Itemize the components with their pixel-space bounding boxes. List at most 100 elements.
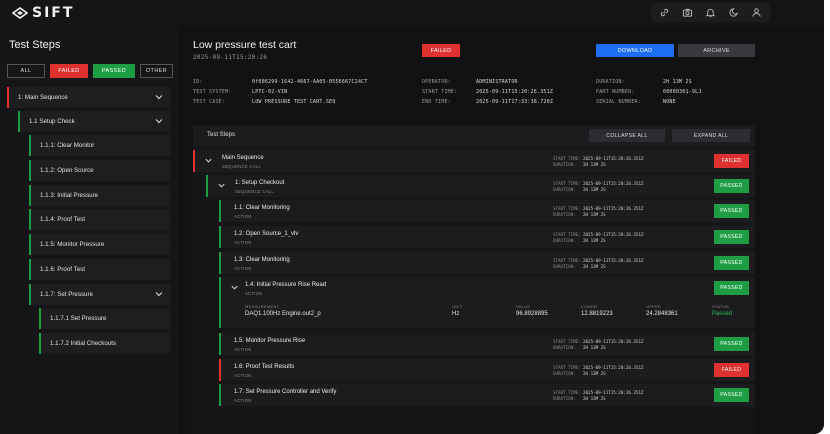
tree-item-proof-test[interactable]: 1.1.4: Proof Test xyxy=(29,209,170,230)
page-timestamp: 2025-09-11T15:20:26 xyxy=(193,54,268,61)
filter-other-button[interactable]: OTHER xyxy=(140,64,173,78)
step-row-clear-monitoring-2[interactable]: 1.3: Clear Monitoring ACTION START TIME:… xyxy=(219,252,755,274)
tree-item-initial-pressure[interactable]: 1.1.3: Initial Pressure xyxy=(29,185,170,206)
tree-item-proof-test-2[interactable]: 1.1.6: Proof Test xyxy=(29,259,170,280)
tree-item-set-pressure-sub[interactable]: 1.1.7.1 Set Pressure xyxy=(39,308,170,329)
tree-item-open-source[interactable]: 1.1.2: Open Source xyxy=(29,160,170,181)
measurement-header: MEASUREMENT xyxy=(245,304,280,309)
tree-item-main-sequence[interactable]: 1: Main Sequence xyxy=(7,87,170,108)
step-status-badge: PASSED xyxy=(714,256,749,270)
start-time-value: 2025-09-11T15:20:26.351Z xyxy=(583,206,644,211)
step-status-badge: FAILED xyxy=(714,154,749,168)
chevron-down-icon[interactable] xyxy=(217,181,226,190)
step-row-main-sequence[interactable]: Main Sequence SEQUENCE CALL START TIME: … xyxy=(193,150,755,172)
duration-label: DURATION: xyxy=(553,396,576,401)
start-time-label: START TIME: xyxy=(553,339,581,344)
step-name: Main Sequence xyxy=(222,155,264,161)
upper-header: UPPER xyxy=(646,304,662,309)
step-type: ACTION xyxy=(234,240,252,245)
step-type: ACTION xyxy=(234,214,252,219)
chevron-down-icon[interactable] xyxy=(230,283,239,292)
start-time-value: 2025-09-11T15:20:26.351Z xyxy=(583,339,644,344)
duration-label: DURATION: xyxy=(553,238,576,243)
meta-serial-label: SERIAL NUMBER: xyxy=(596,99,641,105)
filter-all-button[interactable]: ALL xyxy=(7,64,45,78)
duration-label: DURATION: xyxy=(553,162,576,167)
steps-title: Test Steps xyxy=(207,132,236,138)
start-time-label: START TIME: xyxy=(553,365,581,370)
moon-icon[interactable] xyxy=(723,3,744,22)
start-time-value: 2025-09-11T15:20:26.351Z xyxy=(583,181,644,186)
chevron-down-icon[interactable] xyxy=(154,92,164,102)
link-icon[interactable] xyxy=(654,3,675,22)
unit-header: UNIT xyxy=(452,304,463,309)
meta-duration-value: 2H 13M 2S xyxy=(663,79,692,85)
step-status-badge: PASSED xyxy=(714,388,749,402)
start-time-label: START TIME: xyxy=(553,390,581,395)
step-row-monitor-pressure-rise[interactable]: 1.5: Monitor Pressure Rise ACTION START … xyxy=(219,333,755,355)
tree-item-initial-checkouts[interactable]: 1.1.7.2 Initial Checkouts xyxy=(39,333,170,354)
meta-case-label: TEST CASE: xyxy=(193,99,226,105)
step-name: 1.6: Proof Test Results xyxy=(234,364,295,370)
duration-value: 2H 13M 2S xyxy=(583,238,606,243)
tree-item-label: 1.1.7.1 Set Pressure xyxy=(50,315,107,322)
archive-button[interactable]: ARCHIVE xyxy=(678,44,755,57)
download-button[interactable]: DOWNLOAD xyxy=(596,44,674,57)
sidebar: Test Steps ALL FAILED PASSED OTHER 1: Ma… xyxy=(0,26,178,434)
meta-system-value: LPTC-02-VIN xyxy=(252,89,288,95)
meta-system-label: TEST SYSTEM: xyxy=(193,89,232,95)
step-name: 1.4: Initial Pressure Rise Read xyxy=(245,282,327,288)
filter-failed-button[interactable]: FAILED xyxy=(50,64,88,78)
collapse-all-button[interactable]: COLLAPSE ALL xyxy=(589,129,665,142)
step-row-clear-monitoring[interactable]: 1.1: Clear Monitoring ACTION START TIME:… xyxy=(219,200,755,222)
filter-passed-button[interactable]: PASSED xyxy=(93,64,135,78)
camera-icon[interactable] xyxy=(677,3,698,22)
step-row-set-pressure-controller[interactable]: 1.7: Set Pressure Controller and Verify … xyxy=(219,384,755,406)
start-time-label: START TIME: xyxy=(553,156,581,161)
sidebar-title: Test Steps xyxy=(9,39,61,51)
sift-logo[interactable]: SIFT xyxy=(12,5,74,21)
measurement-unit: Hz xyxy=(452,311,460,317)
chevron-down-icon[interactable] xyxy=(154,289,164,299)
duration-value: 2H 13M 2S xyxy=(583,162,606,167)
duration-label: DURATION: xyxy=(553,187,576,192)
user-icon[interactable] xyxy=(746,3,767,22)
steps-panel: Test Steps COLLAPSE ALL EXPAND ALL Main … xyxy=(193,125,755,434)
measurement-value: 96.8928895 xyxy=(516,311,548,317)
expand-all-button[interactable]: EXPAND ALL xyxy=(672,129,750,142)
duration-value: 2H 13M 2S xyxy=(583,187,606,192)
meta-part-label: PART NUMBER: xyxy=(596,89,635,95)
step-row-proof-test-results[interactable]: 1.6: Proof Test Results ACTION START TIM… xyxy=(219,359,755,381)
logo-text: SIFT xyxy=(32,5,75,21)
tree-item-label: 1.1.2: Open Source xyxy=(40,167,94,174)
step-name: 1: Setup Checkout xyxy=(235,180,285,186)
step-type: ACTION xyxy=(234,266,252,271)
tree-item-clear-monitor[interactable]: 1.1.1: Clear Monitor xyxy=(29,135,170,156)
chevron-down-icon[interactable] xyxy=(154,116,164,126)
step-row-setup-checkout[interactable]: 1: Setup Checkout SEQUENCE CALL START TI… xyxy=(206,175,755,197)
step-row-initial-pressure-rise[interactable]: 1.4: Initial Pressure Rise Read ACTION P… xyxy=(219,277,755,328)
app-window: SIFT Test Steps ALL FAILED PASSED OTHER … xyxy=(0,0,824,434)
step-status-badge: PASSED xyxy=(714,281,749,295)
duration-value: 2H 13M 2S xyxy=(583,396,606,401)
chevron-down-icon[interactable] xyxy=(204,156,213,165)
measurement-lower: 12.8819223 xyxy=(581,311,613,317)
meta-start-label: START TIME: xyxy=(422,89,458,95)
tree-item-setup-check[interactable]: 1.1 Setup Check xyxy=(18,111,170,132)
duration-label: DURATION: xyxy=(553,371,576,376)
step-status-badge: FAILED xyxy=(714,363,749,377)
start-time-value: 2025-09-11T15:20:26.351Z xyxy=(583,258,644,263)
tree-item-label: 1.1.1: Clear Monitor xyxy=(40,142,95,149)
tree-item-label: 1: Main Sequence xyxy=(18,94,68,101)
step-row-open-source[interactable]: 1.2: Open Source_1_vlv ACTION START TIME… xyxy=(219,226,755,248)
step-type: ACTION xyxy=(234,347,252,352)
step-type: ACTION xyxy=(234,398,252,403)
tree-item-set-pressure[interactable]: 1.1.7: Set Pressure xyxy=(29,284,170,305)
step-name: 1.2: Open Source_1_vlv xyxy=(234,231,299,237)
meta-case-value: LOW PRESSURE TEST CART.SEQ xyxy=(252,99,336,105)
tree-item-monitor-pressure[interactable]: 1.1.5: Monitor Pressure xyxy=(29,234,170,255)
bell-icon[interactable] xyxy=(700,3,721,22)
tree-item-label: 1.1.3: Initial Pressure xyxy=(40,192,99,199)
tree-item-label: 1.1 Setup Check xyxy=(29,118,75,125)
step-type: ACTION xyxy=(234,373,252,378)
